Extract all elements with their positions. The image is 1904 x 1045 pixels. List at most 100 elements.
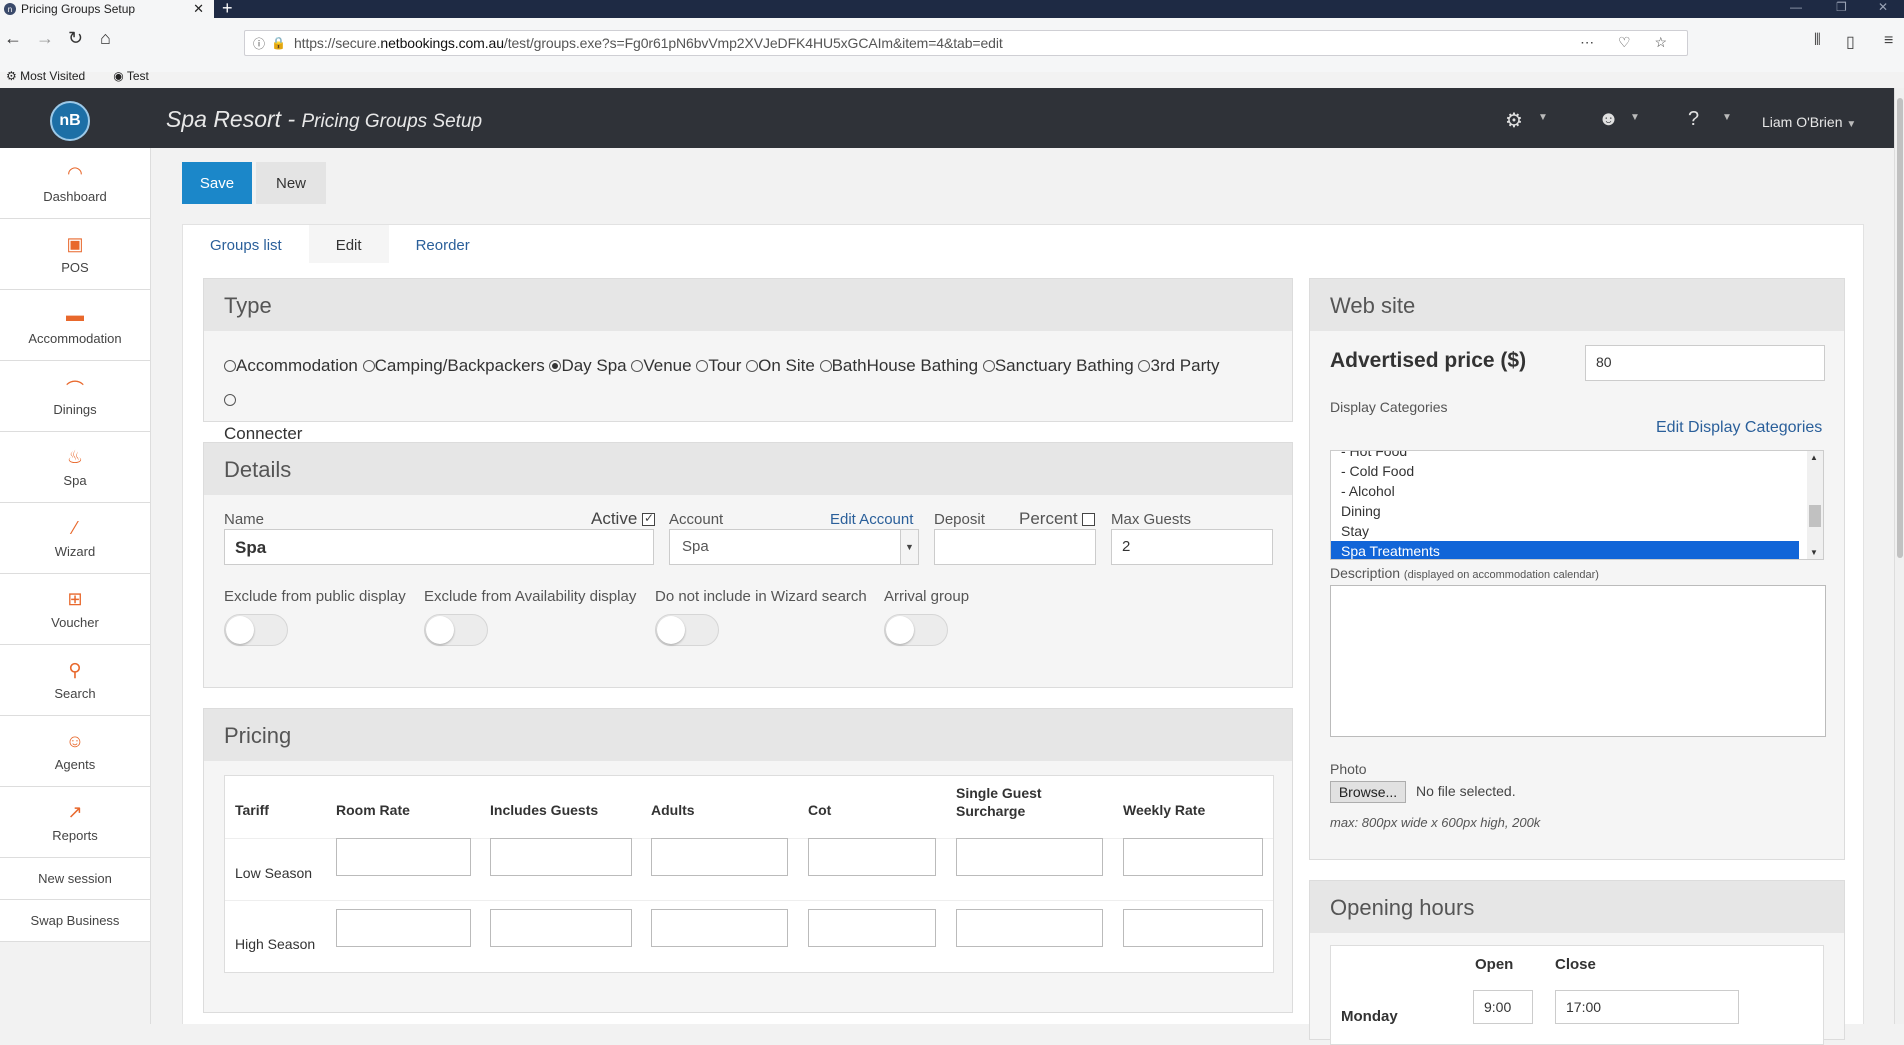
radio-connecter[interactable]: Connecter bbox=[224, 390, 302, 443]
back-icon[interactable]: ← bbox=[4, 28, 22, 49]
list-scrollbar[interactable]: ▲ ▼ bbox=[1807, 451, 1823, 559]
sidebar-item-agents[interactable]: ☺ Agents bbox=[0, 716, 150, 787]
low-weekly-rate-field[interactable] bbox=[1123, 838, 1263, 876]
active-checkbox[interactable] bbox=[642, 511, 656, 526]
restore-icon[interactable]: ❐ bbox=[1836, 0, 1847, 18]
description-textarea[interactable] bbox=[1330, 585, 1826, 737]
sidebar-item-voucher[interactable]: ⊞ Voucher bbox=[0, 574, 150, 645]
deposit-field[interactable] bbox=[934, 529, 1096, 565]
forward-icon[interactable]: → bbox=[36, 28, 54, 49]
tab-groups-list[interactable]: Groups list bbox=[183, 225, 309, 265]
opening-hours-title: Opening hours bbox=[1310, 881, 1844, 933]
radio-camping[interactable]: Camping/Backpackers bbox=[362, 356, 545, 375]
advertised-price-field[interactable]: 80 bbox=[1585, 345, 1825, 381]
tab-reorder[interactable]: Reorder bbox=[389, 225, 497, 265]
percent-checkbox[interactable] bbox=[1082, 513, 1096, 526]
info-icon[interactable]: ⓘ bbox=[253, 35, 265, 52]
chevron-down-icon[interactable]: ▼ bbox=[1810, 548, 1818, 557]
new-session-link[interactable]: New session bbox=[0, 858, 150, 900]
user-icon[interactable]: ☻ bbox=[1598, 108, 1619, 131]
save-button[interactable]: Save bbox=[182, 162, 252, 204]
monday-close-field[interactable]: 17:00 bbox=[1555, 990, 1739, 1024]
list-item[interactable]: Dining bbox=[1331, 501, 1823, 521]
new-tab-icon[interactable]: + bbox=[222, 0, 233, 19]
monday-open-field[interactable]: 9:00 bbox=[1473, 990, 1533, 1024]
radio-day-spa[interactable]: Day Spa bbox=[549, 356, 627, 375]
high-cot-field[interactable] bbox=[808, 909, 936, 947]
close-window-icon[interactable]: ✕ bbox=[1878, 0, 1888, 18]
bookmark-test[interactable]: ◉ Test bbox=[113, 69, 163, 83]
sidebar-item-reports[interactable]: ↗ Reports bbox=[0, 787, 150, 858]
url-text: https://secure.netbookings.com.au/test/g… bbox=[293, 35, 1003, 51]
browse-button[interactable]: Browse... bbox=[1330, 781, 1406, 803]
library-icon[interactable]: ⫴ bbox=[1814, 32, 1821, 50]
sidebar-item-search[interactable]: ⚲ Search bbox=[0, 645, 150, 716]
high-weekly-rate-field[interactable] bbox=[1123, 909, 1263, 947]
new-button[interactable]: New bbox=[256, 162, 326, 204]
high-adults-field[interactable] bbox=[651, 909, 788, 947]
chevron-up-icon[interactable]: ▲ bbox=[1810, 453, 1818, 462]
radio-accommodation[interactable]: Accommodation bbox=[224, 356, 358, 375]
list-item[interactable]: Stay bbox=[1331, 521, 1823, 541]
details-panel-title: Details bbox=[204, 443, 1292, 495]
exclude-public-toggle[interactable] bbox=[224, 614, 288, 646]
no-wizard-toggle[interactable] bbox=[655, 614, 719, 646]
reload-icon[interactable]: ↻ bbox=[68, 28, 83, 49]
chevron-down-icon[interactable]: ▼ bbox=[1538, 112, 1548, 123]
list-item[interactable]: - Alcohol bbox=[1331, 481, 1823, 501]
low-includes-guests-field[interactable] bbox=[490, 838, 632, 876]
list-item-selected[interactable]: Spa Treatments bbox=[1331, 541, 1799, 559]
sidebar-toggle-icon[interactable]: ▯ bbox=[1846, 32, 1855, 52]
display-categories-list[interactable]: - Hot Food - Cold Food - Alcohol Dining … bbox=[1330, 450, 1824, 560]
tab-edit[interactable]: Edit bbox=[308, 225, 389, 265]
pricing-panel: Pricing Tariff Room Rate Includes Guests… bbox=[203, 708, 1293, 1013]
sidebar-item-pos[interactable]: ▣ POS bbox=[0, 219, 150, 290]
page-actions-icon[interactable]: ⋯ ♡ ☆ bbox=[1580, 34, 1677, 51]
exclude-availability-toggle[interactable] bbox=[424, 614, 488, 646]
high-single-surcharge-field[interactable] bbox=[956, 909, 1103, 947]
sidebar-item-dinings[interactable]: ⌒ Dinings bbox=[0, 361, 150, 432]
edit-account-link[interactable]: Edit Account bbox=[830, 511, 913, 528]
radio-on-site[interactable]: On Site bbox=[746, 356, 815, 375]
pricing-table: Tariff Room Rate Includes Guests Adults … bbox=[224, 775, 1274, 973]
lock-icon: 🔒 bbox=[271, 36, 286, 50]
home-icon[interactable]: ⌂ bbox=[100, 28, 111, 49]
browser-tab[interactable]: n Pricing Groups Setup ✕ bbox=[0, 0, 214, 18]
settings-icon[interactable]: ⚙ bbox=[1505, 108, 1523, 133]
sidebar-item-dashboard[interactable]: ◠ Dashboard bbox=[0, 148, 150, 219]
max-guests-field[interactable]: 2 bbox=[1111, 529, 1273, 565]
low-adults-field[interactable] bbox=[651, 838, 788, 876]
radio-tour[interactable]: Tour bbox=[696, 356, 741, 375]
address-bar[interactable]: ⓘ 🔒 https://secure.netbookings.com.au/te… bbox=[244, 30, 1688, 56]
chevron-down-icon[interactable]: ▼ bbox=[1630, 112, 1640, 123]
high-room-rate-field[interactable] bbox=[336, 909, 471, 947]
sidebar-item-wizard[interactable]: ⁄ Wizard bbox=[0, 503, 150, 574]
sidebar-item-accommodation[interactable]: ▬ Accommodation bbox=[0, 290, 150, 361]
sidebar-item-spa[interactable]: ♨ Spa bbox=[0, 432, 150, 503]
page-scrollbar[interactable] bbox=[1894, 88, 1904, 1024]
name-field[interactable]: Spa bbox=[224, 529, 654, 565]
radio-venue[interactable]: Venue bbox=[631, 356, 692, 375]
high-includes-guests-field[interactable] bbox=[490, 909, 632, 947]
chevron-down-icon[interactable]: ▼ bbox=[1722, 112, 1732, 123]
swap-business-link[interactable]: Swap Business bbox=[0, 900, 150, 942]
low-single-surcharge-field[interactable] bbox=[956, 838, 1103, 876]
list-item[interactable]: - Hot Food bbox=[1331, 451, 1823, 461]
arrival-group-toggle[interactable] bbox=[884, 614, 948, 646]
menu-icon[interactable]: ≡ bbox=[1884, 32, 1893, 50]
list-item[interactable]: - Cold Food bbox=[1331, 461, 1823, 481]
logo[interactable]: nB bbox=[50, 101, 90, 141]
percent-label: Percent bbox=[1019, 509, 1096, 529]
account-select[interactable]: Spa ▼ bbox=[669, 529, 919, 565]
minimize-icon[interactable]: — bbox=[1790, 0, 1802, 18]
edit-display-categories-link[interactable]: Edit Display Categories bbox=[1656, 419, 1822, 437]
low-cot-field[interactable] bbox=[808, 838, 936, 876]
low-room-rate-field[interactable] bbox=[336, 838, 471, 876]
radio-sanctuary[interactable]: Sanctuary Bathing bbox=[982, 356, 1134, 375]
help-icon[interactable]: ? bbox=[1688, 108, 1699, 131]
radio-bathhouse[interactable]: BathHouse Bathing bbox=[819, 356, 978, 375]
user-menu[interactable]: Liam O'Brien ▼ bbox=[1762, 114, 1856, 130]
radio-3rd-party[interactable]: 3rd Party bbox=[1138, 356, 1219, 375]
bookmark-most-visited[interactable]: ⚙ Most Visited bbox=[6, 69, 99, 83]
close-tab-icon[interactable]: ✕ bbox=[193, 1, 204, 17]
